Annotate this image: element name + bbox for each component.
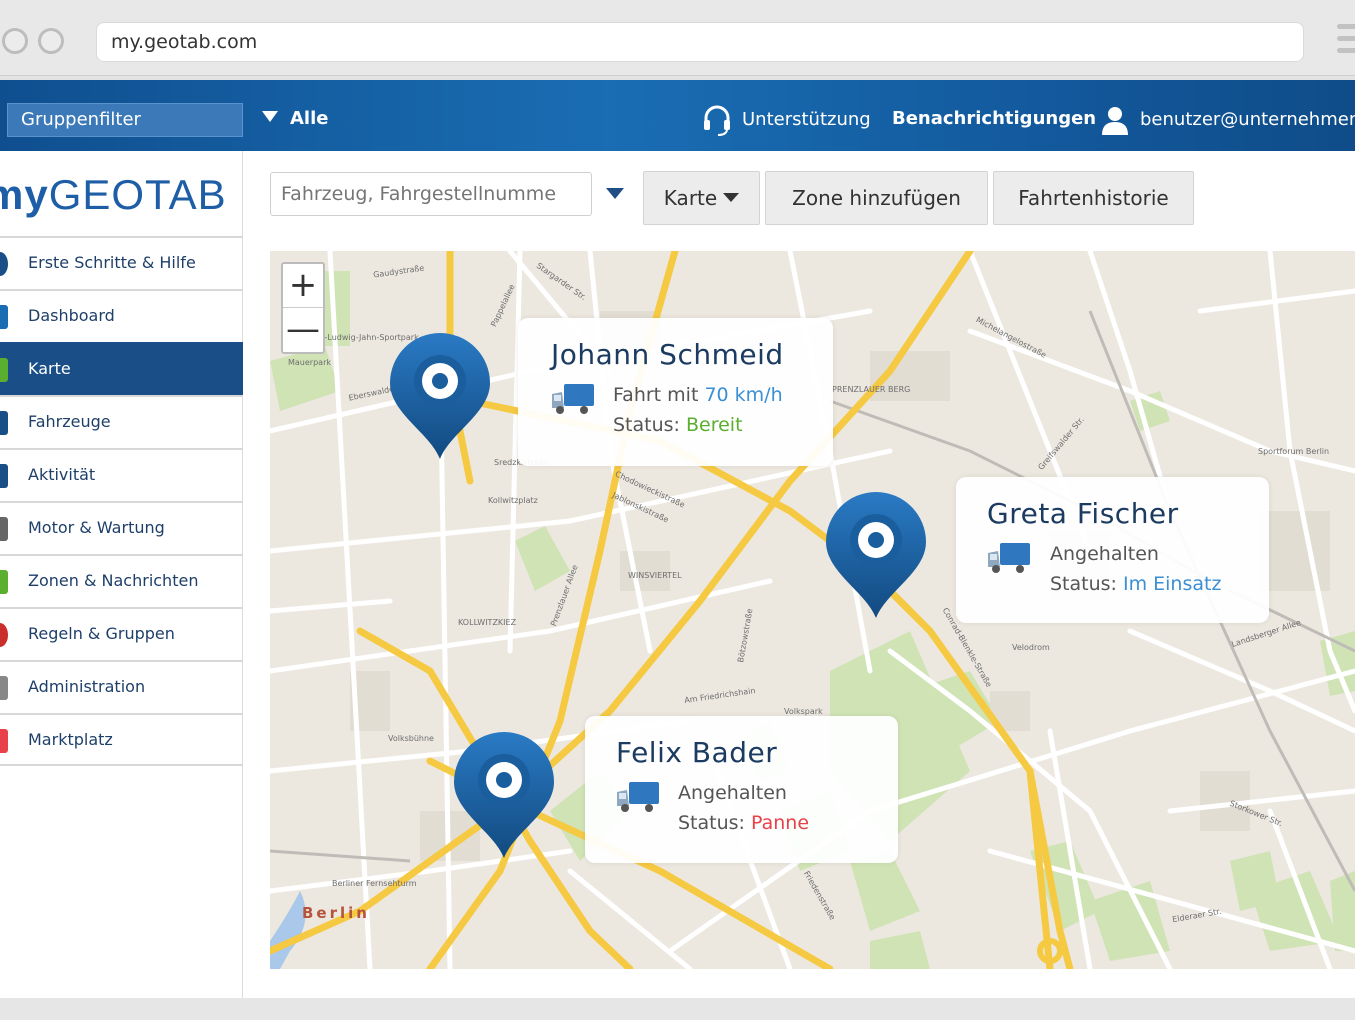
filter-value: Alle [290, 108, 329, 129]
sidebar-item-label: Marktplatz [28, 730, 113, 749]
window-bottom-bar [0, 998, 1355, 1020]
map-label: Volksbühne [388, 734, 434, 743]
vehicle-status: Status: Panne [678, 812, 810, 834]
add-zone-button[interactable]: Zone hinzufügen [765, 171, 988, 225]
map-icon [0, 358, 8, 382]
trip-history-button[interactable]: Fahrtenhistorie [993, 171, 1194, 225]
zone-icon [0, 570, 8, 594]
vehicle-pin-icon[interactable] [826, 492, 926, 620]
status-value: Bereit [686, 414, 743, 436]
headset-icon [704, 105, 730, 136]
map-label: PRENZLAUER BERG [832, 385, 911, 394]
caret-down-icon [262, 111, 278, 122]
sidebar-item-label: Administration [28, 677, 146, 696]
sidebar-item-label: Aktivität [28, 465, 96, 484]
gear-icon [0, 676, 8, 700]
vehicle-pin-icon[interactable] [454, 732, 554, 860]
top-app-bar: Gruppenfilter Alle Unterstützung Benachr… [0, 80, 1355, 151]
support-label: Unterstützung [742, 109, 871, 130]
sidebar-nav: Erste Schritte & Hilfe Dashboard Karte Fahr… [0, 236, 243, 766]
rules-icon [0, 623, 8, 647]
sidebar-item[interactable]: Motor & Wartung [0, 501, 243, 554]
support-link[interactable]: Unterstützung [702, 104, 871, 136]
user-icon [1102, 107, 1128, 135]
vehicle-pin-icon[interactable] [390, 333, 490, 461]
activity-icon [0, 464, 8, 488]
user-email: benutzer@unternehmen.c [1140, 109, 1355, 130]
sidebar-item-label: Karte [28, 359, 71, 378]
sidebar-item[interactable]: Karte [0, 342, 243, 395]
map-label: Kollwitzplatz [488, 496, 538, 505]
zoom-out-button[interactable]: — [283, 308, 323, 352]
sidebar: myGEOTAB Erste Schritte & Hilfe Dashboard… [0, 151, 243, 998]
vehicle-name: Greta Fischer [987, 497, 1179, 530]
notifications-link[interactable]: Benachrichtigungen [892, 108, 1096, 129]
sidebar-item[interactable]: Fahrzeuge [0, 395, 243, 448]
vehicle-speed: 70 km/h [704, 384, 783, 406]
zoom-control: + — [281, 262, 325, 354]
sidebar-item[interactable]: Zonen & Nachrichten [0, 554, 243, 607]
logo: myGEOTAB [0, 171, 227, 218]
status-value: Panne [751, 812, 810, 834]
map-view-button[interactable]: Karte [643, 171, 760, 225]
zoom-in-button[interactable]: + [283, 264, 323, 308]
user-menu[interactable]: benutzer@unternehmen.c [1100, 104, 1355, 136]
map-label: Velodrom [1012, 643, 1050, 652]
map-label: KOLLWITZKIEZ [458, 618, 517, 627]
search-dropdown-icon[interactable] [606, 188, 624, 199]
dashboard-icon [0, 305, 8, 329]
browser-menu-icon[interactable] [1337, 24, 1355, 64]
vehicle-activity: Angehalten [1050, 543, 1159, 565]
vehicle-icon [0, 411, 8, 435]
map-label: Mauerpark [288, 358, 331, 367]
vehicle-search-input[interactable] [270, 172, 592, 216]
map-canvas[interactable]: Gaudystraße Stargarder Str. Pappelallee … [270, 251, 1355, 969]
map-label: Berliner Fernsehturm [332, 879, 417, 888]
address-bar[interactable]: my.geotab.com [96, 22, 1304, 62]
browser-chrome: my.geotab.com [0, 0, 1355, 76]
window-button-icon[interactable] [38, 28, 64, 54]
truck-icon [552, 384, 594, 414]
vehicle-callout[interactable]: Greta Fischer Angehalten Status: Im Eins… [956, 477, 1269, 623]
vehicle-name: Felix Bader [616, 736, 778, 769]
sidebar-item-label: Regeln & Gruppen [28, 624, 175, 643]
caret-down-icon [723, 193, 740, 202]
vehicle-callout[interactable]: Felix Bader Angehalten Status: Panne [585, 716, 898, 863]
sidebar-item[interactable]: Regeln & Gruppen [0, 607, 243, 660]
sidebar-item-label: Erste Schritte & Hilfe [28, 253, 196, 272]
vehicle-status: Status: Bereit [613, 414, 743, 436]
status-value: Im Einsatz [1123, 573, 1222, 595]
marketplace-icon [0, 729, 8, 753]
sidebar-item-label: Zonen & Nachrichten [28, 571, 199, 590]
group-filter-dropdown[interactable]: Alle [262, 108, 328, 129]
vehicle-callout[interactable]: Johann Schmeid Fahrt mit 70 km/h Status:… [518, 318, 833, 466]
sidebar-item-label: Fahrzeuge [28, 412, 111, 431]
sidebar-item[interactable]: Administration [0, 660, 243, 713]
vehicle-status: Status: Im Einsatz [1050, 573, 1222, 595]
map-label: Sportforum Berlin [1258, 447, 1330, 456]
sidebar-item[interactable]: Aktivität [0, 448, 243, 501]
vehicle-activity: Fahrt mit 70 km/h [613, 384, 783, 406]
map-city-label: Berlin [302, 904, 370, 922]
engine-icon [0, 517, 8, 541]
app-window: my.geotab.com Gruppenfilter Alle Unterst… [0, 0, 1355, 1020]
truck-icon [617, 782, 659, 812]
map-label: WINSVIERTEL [628, 571, 682, 580]
window-button-icon[interactable] [2, 28, 28, 54]
sidebar-item[interactable]: Marktplatz [0, 713, 243, 766]
vehicle-activity: Angehalten [678, 782, 787, 804]
truck-icon [988, 543, 1030, 573]
sidebar-item-label: Dashboard [28, 306, 115, 325]
vehicle-name: Johann Schmeid [551, 338, 784, 371]
sidebar-item-label: Motor & Wartung [28, 518, 165, 537]
help-icon [0, 252, 8, 276]
map-label: Volkspark [784, 707, 823, 716]
sidebar-item[interactable]: Erste Schritte & Hilfe [0, 236, 243, 289]
group-filter-input[interactable]: Gruppenfilter [7, 103, 243, 137]
sidebar-item[interactable]: Dashboard [0, 289, 243, 342]
